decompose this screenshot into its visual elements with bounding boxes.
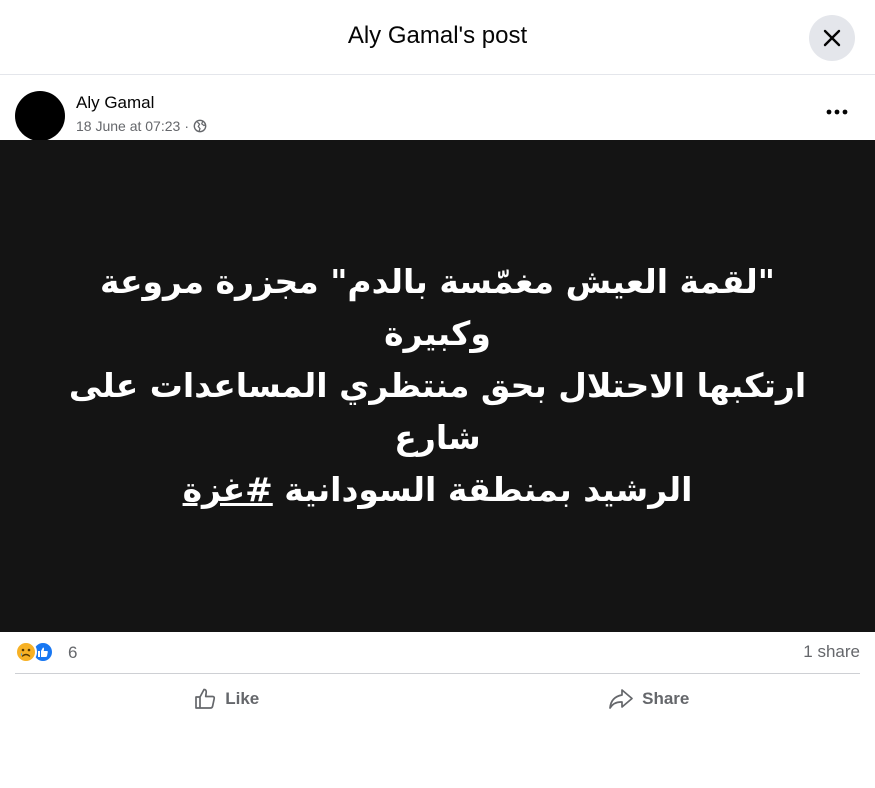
share-count[interactable]: 1 share <box>803 642 860 662</box>
post-text-segment: الرشيد بمنطقة السودانية <box>272 470 693 509</box>
globe-icon <box>193 119 207 133</box>
share-label: Share <box>642 689 690 708</box>
more-options-button[interactable] <box>820 100 854 124</box>
post-text-line: ارتكبها الاحتلال بحق منتظري المساعدات عل… <box>68 366 807 457</box>
meta-separator: · <box>184 118 189 134</box>
more-icon <box>826 109 848 115</box>
post-dialog-header: Aly Gamal's post <box>0 0 875 75</box>
reactions-summary[interactable] <box>15 641 54 663</box>
divider <box>15 673 860 674</box>
close-icon <box>823 29 841 47</box>
post-text-background: "لقمة العيش مغمّسة بالدم" مجزرة مروعة وك… <box>0 140 875 632</box>
post-timestamp[interactable]: 18 June at 07:23 <box>76 118 180 134</box>
like-label: Like <box>225 689 260 708</box>
post-text-line: "لقمة العيش مغمّسة بالدم" مجزرة مروعة وك… <box>99 262 775 353</box>
avatar[interactable] <box>15 91 65 141</box>
dialog-title: Aly Gamal's post <box>347 22 528 49</box>
post-stats-row: 6 1 share <box>15 636 860 672</box>
share-icon <box>609 689 633 709</box>
share-button[interactable]: Share <box>438 677 861 721</box>
post-meta: 18 June at 07:23 · <box>76 118 207 134</box>
close-button[interactable] <box>809 15 855 61</box>
hashtag-link[interactable]: #غزة <box>183 470 273 509</box>
sad-reaction-icon <box>15 641 37 663</box>
like-button[interactable]: Like <box>15 677 438 721</box>
author-name[interactable]: Aly Gamal <box>76 93 154 113</box>
post-text-line: الرشيد بمنطقة السودانية #غزة <box>48 464 828 516</box>
thumbs-up-icon <box>195 688 216 709</box>
reaction-count[interactable]: 6 <box>68 643 77 663</box>
post-text: "لقمة العيش مغمّسة بالدم" مجزرة مروعة وك… <box>48 256 828 516</box>
post-author-row: Aly Gamal 18 June at 07:23 · <box>0 76 875 141</box>
post-action-bar: Like Share <box>15 677 860 721</box>
